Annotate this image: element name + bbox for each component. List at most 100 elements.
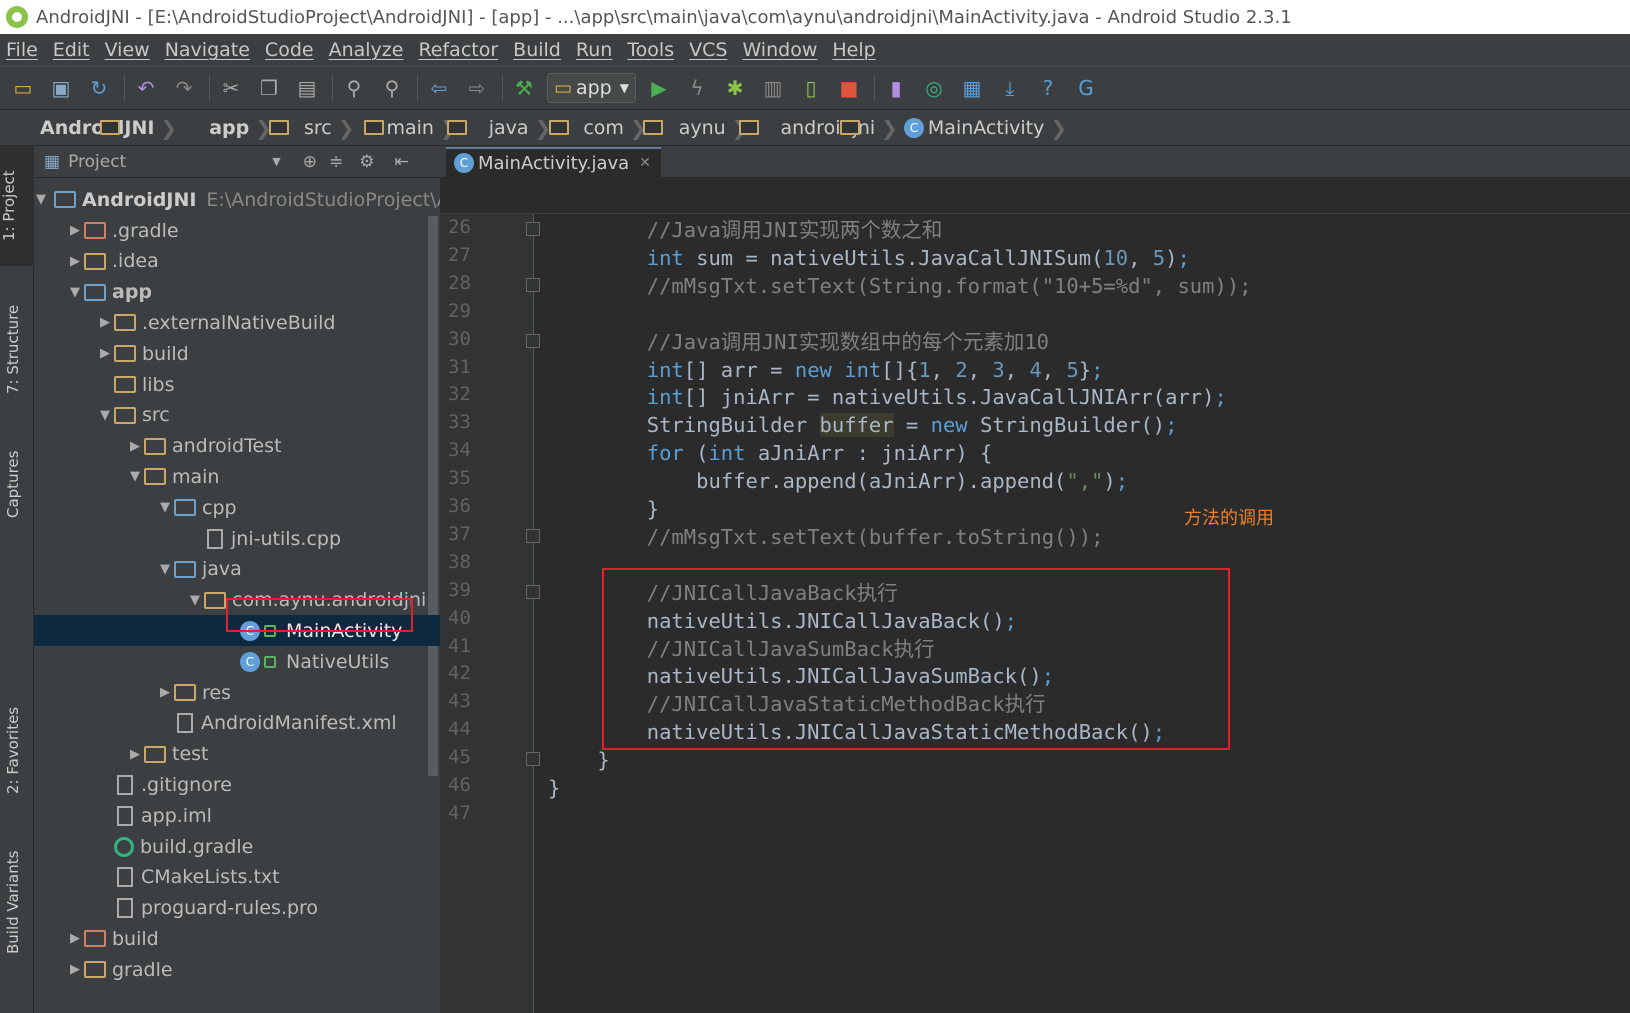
menu-build[interactable]: Build (513, 39, 561, 61)
tree-item[interactable]: app.iml (34, 800, 440, 831)
breadcrumb-item-src[interactable]: src ❯ (278, 116, 384, 140)
menu-refactor[interactable]: Refactor (418, 39, 498, 61)
copy-icon[interactable]: ❐ (254, 73, 284, 103)
tree-item[interactable]: ▶ gradle (34, 954, 440, 985)
code-line[interactable]: buffer.append(aJniArr).append(","); (548, 467, 1128, 495)
collapse-arrow-icon[interactable]: ▼ (36, 192, 46, 207)
tree-item[interactable]: ▶ test (34, 739, 440, 770)
project-view-select[interactable]: Project (68, 152, 126, 172)
tree-item[interactable]: ▶ androidTest (34, 431, 440, 462)
menu-help[interactable]: Help (832, 39, 875, 61)
expand-arrow-icon[interactable]: ▶ (66, 931, 84, 946)
save-icon[interactable]: ▣ (46, 73, 76, 103)
make-project-icon[interactable]: ⚒ (509, 73, 539, 103)
locate-icon[interactable]: ⊕ (303, 152, 317, 172)
chevron-down-icon[interactable]: ▼ (272, 155, 280, 168)
code-line[interactable]: //mMsgTxt.setText(String.format("10+5=%d… (548, 272, 1252, 300)
debug-icon[interactable]: ✱ (720, 73, 750, 103)
code-line[interactable]: int[] arr = new int[]{1, 2, 3, 4, 5}; (548, 356, 1104, 384)
menu-view[interactable]: View (105, 39, 150, 61)
avd-manager-icon[interactable]: ▮ (881, 73, 911, 103)
tree-item[interactable]: ▶ .externalNativeBuild (34, 307, 440, 338)
instant-run-icon[interactable]: ϟ (682, 73, 712, 103)
hide-panel-icon[interactable]: ⇤ (394, 152, 408, 172)
tree-item[interactable]: ▼ main (34, 461, 440, 492)
tree-item[interactable]: ▶ build (34, 338, 440, 369)
attach-debugger-icon[interactable]: ▯ (796, 73, 826, 103)
tree-item[interactable]: ▶ .gradle (34, 215, 440, 246)
tab-favorites[interactable]: 2: Favorites (4, 684, 22, 794)
tree-item[interactable]: C NativeUtils (34, 646, 440, 677)
undo-icon[interactable]: ↶ (131, 73, 161, 103)
tree-item[interactable]: .gitignore (34, 769, 440, 800)
menu-run[interactable]: Run (576, 39, 612, 61)
gradle-sync-icon[interactable]: ◎ (919, 73, 949, 103)
tab-mainactivity[interactable]: C MainActivity.java ✕ (446, 147, 661, 177)
tab-captures[interactable]: Captures (4, 428, 22, 518)
help-icon[interactable]: ? (1033, 73, 1063, 103)
code-line[interactable]: } (548, 495, 659, 523)
tab-build-variants[interactable]: Build Variants (4, 830, 22, 954)
expand-arrow-icon[interactable]: ▶ (156, 685, 174, 700)
tree-root[interactable]: ▼ AndroidJNI E:\AndroidStudioProject\And… (34, 184, 440, 215)
tree-item[interactable]: ▼ src (34, 400, 440, 431)
find-icon[interactable]: ⚲ (339, 73, 369, 103)
breadcrumb-item-aynu[interactable]: aynu❯ (653, 116, 759, 140)
expand-arrow-icon[interactable]: ▶ (66, 223, 84, 238)
menu-tools[interactable]: Tools (627, 39, 674, 61)
tree-item[interactable]: ▶ .idea (34, 246, 440, 277)
tree-item[interactable]: jni-utils.cpp (34, 523, 440, 554)
tree-item[interactable]: ▼ cpp (34, 492, 440, 523)
expand-arrow-icon[interactable]: ▶ (66, 254, 84, 269)
expand-arrow-icon[interactable]: ▶ (126, 747, 144, 762)
collapse-arrow-icon[interactable]: ▼ (66, 285, 84, 300)
collapse-arrow-icon[interactable]: ▼ (126, 469, 144, 484)
tree-item[interactable]: ▶ res (34, 677, 440, 708)
expand-arrow-icon[interactable]: ▶ (96, 315, 114, 330)
open-folder-icon[interactable]: ▭ (8, 73, 38, 103)
tab-structure[interactable]: 7: Structure (4, 284, 22, 394)
collapse-arrow-icon[interactable]: ▼ (186, 593, 204, 608)
run-icon[interactable]: ▶ (644, 73, 674, 103)
back-icon[interactable]: ⇦ (424, 73, 454, 103)
close-icon[interactable]: ✕ (639, 155, 651, 171)
profile-icon[interactable]: ▥ (758, 73, 788, 103)
code-line[interactable]: StringBuilder buffer = new StringBuilder… (548, 411, 1177, 439)
sync-icon[interactable]: ↻ (84, 73, 114, 103)
paste-icon[interactable]: ▤ (292, 73, 322, 103)
breadcrumb-item-com[interactable]: com ❯ (557, 116, 664, 140)
breadcrumb-item-app[interactable]: app ❯ (183, 116, 290, 140)
run-config-select[interactable]: ▭ app ▼ (547, 73, 636, 103)
tree-item[interactable]: CMakeLists.txt (34, 862, 440, 893)
collapse-all-icon[interactable]: ≑ (329, 152, 343, 172)
code-line[interactable]: //Java调用JNI实现两个数之和 (548, 216, 943, 244)
code-line[interactable]: //Java调用JNI实现数组中的每个元素加10 (548, 328, 1049, 356)
stop-icon[interactable]: ■ (834, 73, 864, 103)
project-structure-icon[interactable]: ▦ (957, 73, 987, 103)
tree-item[interactable]: proguard-rules.pro (34, 893, 440, 924)
expand-arrow-icon[interactable]: ▶ (96, 346, 114, 361)
collapse-arrow-icon[interactable]: ▼ (156, 500, 174, 515)
code-line[interactable]: } (548, 746, 609, 774)
menu-vcs[interactable]: VCS (689, 39, 727, 61)
expand-arrow-icon[interactable]: ▶ (126, 439, 144, 454)
expand-arrow-icon[interactable]: ▶ (66, 962, 84, 977)
menu-window[interactable]: Window (742, 39, 817, 61)
breadcrumb-item-java[interactable]: java ❯ (463, 116, 569, 140)
tree-item[interactable]: libs (34, 369, 440, 400)
menu-analyze[interactable]: Analyze (329, 39, 404, 61)
code-line[interactable]: } (548, 774, 560, 802)
collapse-arrow-icon[interactable]: ▼ (96, 408, 114, 423)
tree-item[interactable]: ▼ app (34, 277, 440, 308)
tree-item[interactable]: AndroidManifest.xml (34, 708, 440, 739)
sdk-manager-icon[interactable]: ⤓ (995, 73, 1025, 103)
code-line[interactable]: int sum = nativeUtils.JavaCallJNISum(10,… (548, 244, 1190, 272)
breadcrumb-item-androidjni[interactable]: AndroidJNI ❯ (14, 116, 177, 140)
menu-navigate[interactable]: Navigate (165, 39, 250, 61)
replace-icon[interactable]: ⚲ (377, 73, 407, 103)
cut-icon[interactable]: ✂ (216, 73, 246, 103)
translate-icon[interactable]: G (1071, 73, 1101, 103)
breadcrumb-item-androidjni[interactable]: androidjni ❯ (754, 116, 897, 140)
menu-edit[interactable]: Edit (53, 39, 90, 61)
tab-project[interactable]: 1: Project (0, 146, 34, 266)
